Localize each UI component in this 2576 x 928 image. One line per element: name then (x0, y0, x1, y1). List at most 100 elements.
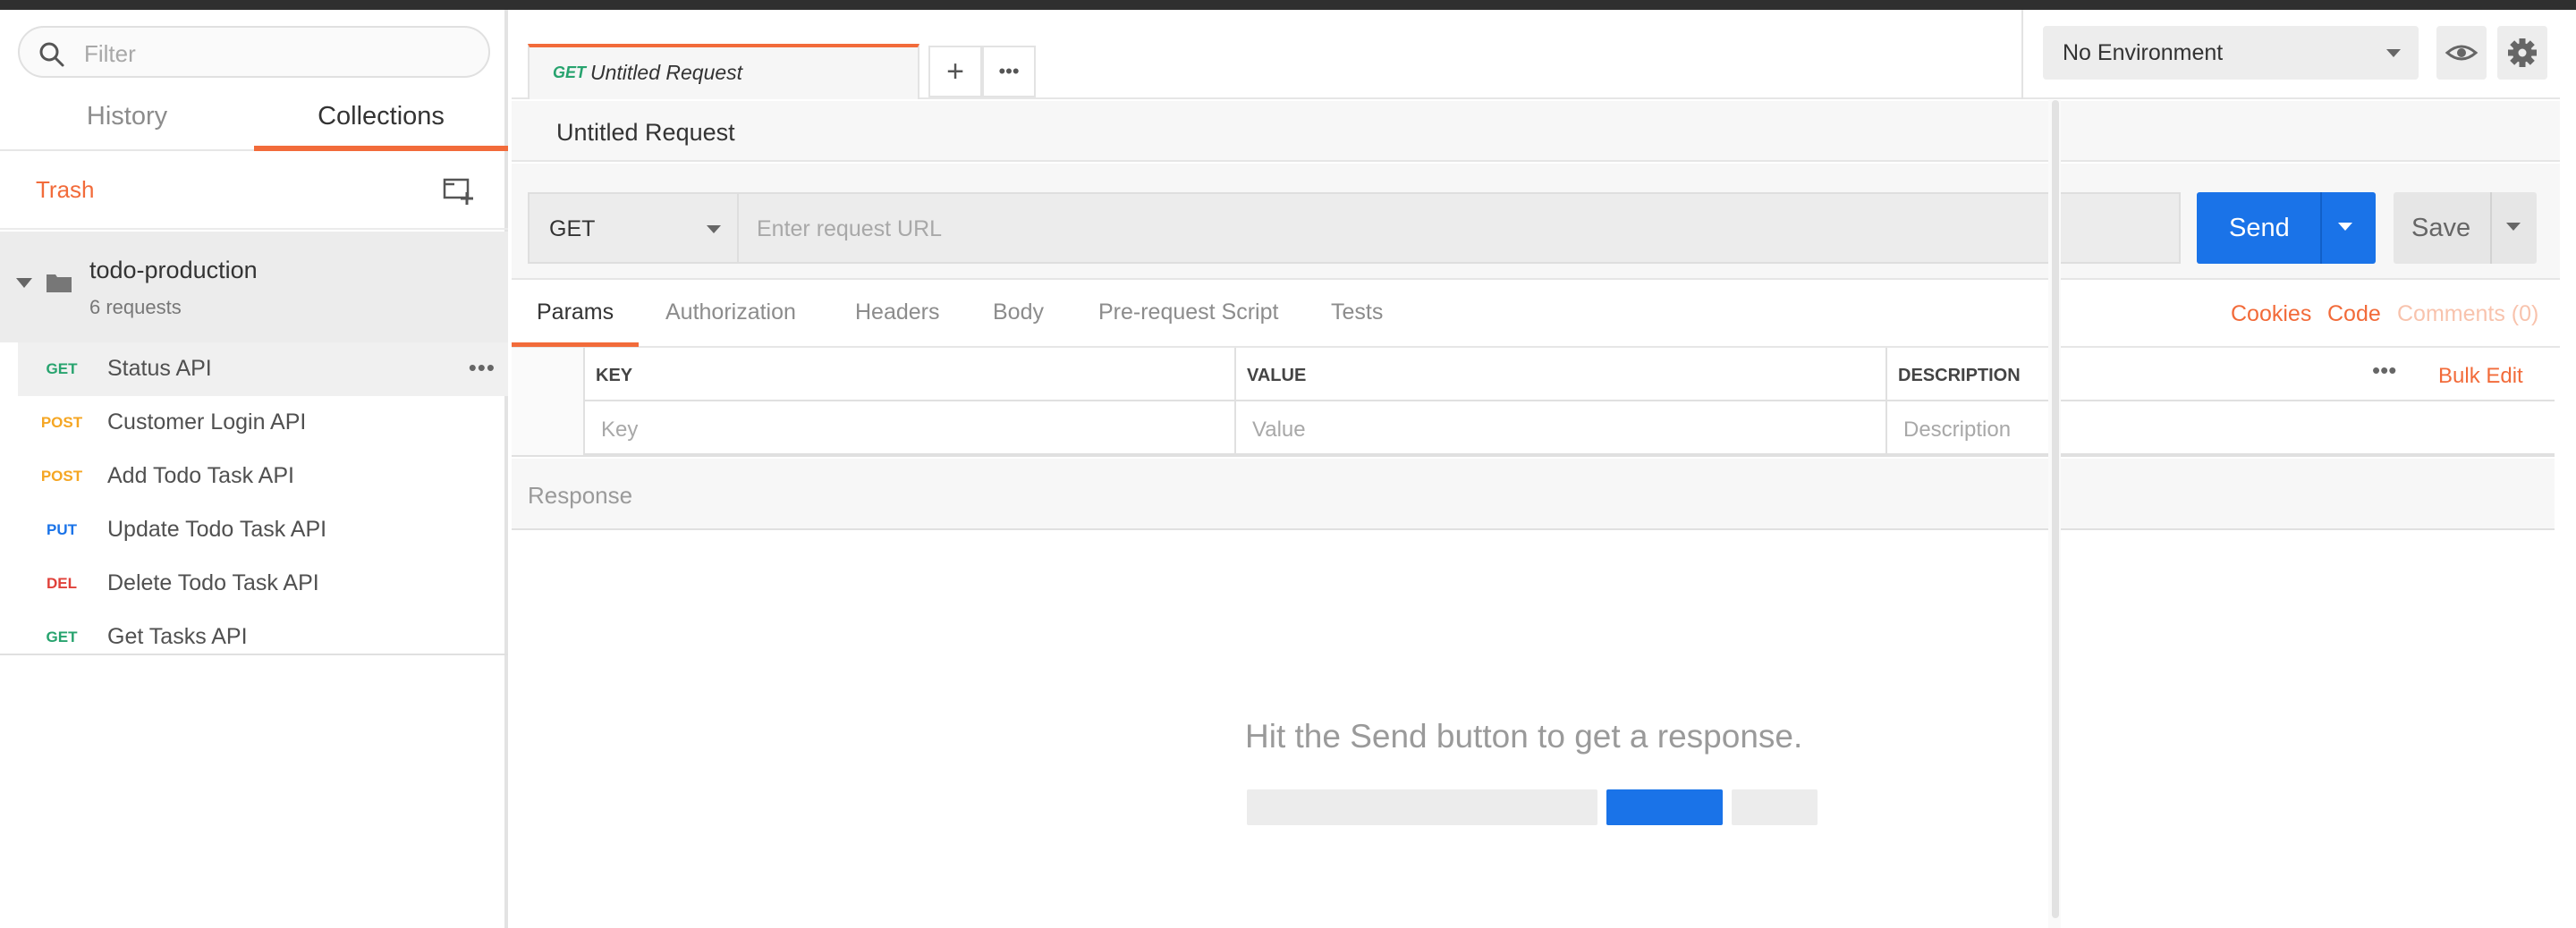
request-name: Customer Login API (107, 409, 307, 434)
folder-icon (47, 274, 72, 292)
settings-button[interactable] (2497, 26, 2547, 80)
description-header: DESCRIPTION (1898, 366, 2021, 385)
value-input[interactable]: Value (1236, 401, 1887, 455)
response-title: Response (528, 482, 633, 509)
row-checkbox[interactable] (512, 401, 585, 455)
collection-todo-production[interactable]: todo-production 6 requests (0, 232, 508, 342)
scrollbar[interactable] (2048, 100, 2061, 928)
tab-tests[interactable]: Tests (1331, 299, 1383, 325)
scrollbar-thumb[interactable] (2052, 100, 2059, 918)
request-item[interactable]: PUT Update Todo Task API (18, 503, 508, 557)
sidebar: Filter History Collections Trash todo-pr… (0, 10, 508, 928)
tab-headers[interactable]: Headers (855, 299, 940, 325)
sidebar-tabs: History Collections (0, 94, 508, 151)
method-badge: GET (46, 629, 78, 645)
code-link[interactable]: Code (2327, 301, 2381, 327)
tab-params[interactable]: Params (537, 299, 614, 325)
request-item[interactable]: GET Status API ••• (18, 342, 508, 396)
url-placeholder: Enter request URL (757, 216, 943, 241)
placeholder-bar (1732, 789, 1818, 825)
key-input[interactable]: Key (585, 401, 1236, 455)
request-item[interactable]: GET Get Tasks API (18, 611, 508, 664)
request-name: Status API (107, 356, 212, 381)
request-name: Delete Todo Task API (107, 570, 319, 595)
params-row: Key Value Description (512, 401, 2555, 455)
method-select[interactable]: GET (528, 192, 739, 264)
cookies-link[interactable]: Cookies (2231, 301, 2311, 327)
collection-name: todo-production (89, 257, 258, 283)
chevron-down-icon[interactable] (2506, 223, 2521, 232)
chevron-down-icon (2386, 49, 2401, 57)
main-panel: GET Untitled Request + ••• No Environmen… (512, 10, 2560, 928)
tab-pre-request-script[interactable]: Pre-request Script (1098, 299, 1278, 325)
comments-link[interactable]: Comments (0) (2397, 301, 2538, 327)
key-placeholder: Key (601, 418, 639, 442)
method-badge: PUT (47, 521, 77, 538)
collection-count: 6 requests (89, 296, 182, 318)
url-bar: GET Enter request URL Send Save (512, 164, 2560, 280)
request-item[interactable]: DEL Delete Todo Task API (18, 557, 508, 611)
tab-more-button[interactable]: ••• (982, 46, 1036, 97)
method-value: GET (549, 216, 596, 241)
new-collection-icon[interactable] (442, 174, 474, 207)
environment-value: No Environment (2063, 40, 2224, 65)
environment-select[interactable]: No Environment (2043, 26, 2419, 80)
chevron-down-icon[interactable] (2338, 223, 2352, 232)
gear-icon (2508, 38, 2537, 67)
request-tab[interactable]: GET Untitled Request (528, 44, 919, 99)
sidebar-divider (0, 654, 508, 655)
new-tab-button[interactable]: + (928, 46, 982, 97)
caret-down-icon[interactable] (16, 278, 32, 289)
params-table: KEY VALUE DESCRIPTION ••• Bulk Edit Key … (512, 348, 2555, 457)
key-column-header: KEY (585, 348, 1236, 401)
request-name: Update Todo Task API (107, 517, 327, 542)
send-label: Send (2229, 214, 2290, 242)
response-body: Hit the Send button to get a response. (512, 532, 2555, 928)
request-tab-title: Untitled Request (590, 61, 743, 84)
placeholder-bar (1606, 789, 1723, 825)
search-icon (39, 42, 64, 67)
trash-row: Trash (0, 153, 508, 230)
method-badge: DEL (47, 575, 77, 592)
request-tab-bar: GET Untitled Request + ••• No Environmen… (512, 10, 2560, 99)
method-badge: GET (46, 360, 78, 377)
url-input[interactable]: Enter request URL (737, 192, 2181, 264)
window-top-bar (0, 0, 2576, 10)
response-empty-message: Hit the Send button to get a response. (1245, 718, 1803, 755)
request-title-bar: Untitled Request (512, 101, 2560, 162)
request-subtabs: Params Authorization Headers Body Pre-re… (512, 282, 2560, 348)
checkbox-column-header (512, 348, 585, 401)
filter-placeholder: Filter (84, 40, 136, 67)
description-input[interactable]: Description (1887, 401, 2555, 455)
send-button[interactable]: Send (2197, 192, 2376, 264)
tab-body[interactable]: Body (993, 299, 1044, 325)
tab-collections[interactable]: Collections (254, 94, 508, 151)
request-tab-method: GET (553, 63, 587, 81)
response-header: Response (512, 459, 2555, 530)
value-column-header: VALUE (1236, 348, 1887, 401)
chevron-down-icon (707, 225, 721, 233)
filter-input[interactable]: Filter (18, 26, 490, 78)
send-divider (2320, 192, 2322, 264)
trash-link[interactable]: Trash (36, 176, 95, 204)
placeholder-bar (1247, 789, 1597, 825)
value-placeholder: Value (1252, 418, 1306, 442)
tab-authorization[interactable]: Authorization (665, 299, 796, 325)
save-button[interactable]: Save (2394, 192, 2537, 264)
active-tab-indicator (512, 342, 639, 347)
request-title[interactable]: Untitled Request (556, 119, 735, 147)
eye-icon (2445, 45, 2479, 61)
tab-history[interactable]: History (0, 94, 254, 151)
value-header: VALUE (1247, 366, 1307, 385)
bulk-edit-link[interactable]: Bulk Edit (2438, 364, 2523, 389)
save-divider (2490, 192, 2492, 264)
method-badge: POST (40, 468, 83, 485)
request-item[interactable]: POST Customer Login API (18, 396, 508, 450)
description-placeholder: Description (1903, 418, 2012, 442)
request-item[interactable]: POST Add Todo Task API (18, 450, 508, 503)
method-badge: POST (40, 414, 83, 431)
environment-quick-look-button[interactable] (2436, 26, 2487, 80)
params-header-row: KEY VALUE DESCRIPTION ••• Bulk Edit (512, 348, 2555, 401)
more-icon[interactable]: ••• (469, 354, 496, 382)
more-icon[interactable]: ••• (2372, 357, 2396, 384)
